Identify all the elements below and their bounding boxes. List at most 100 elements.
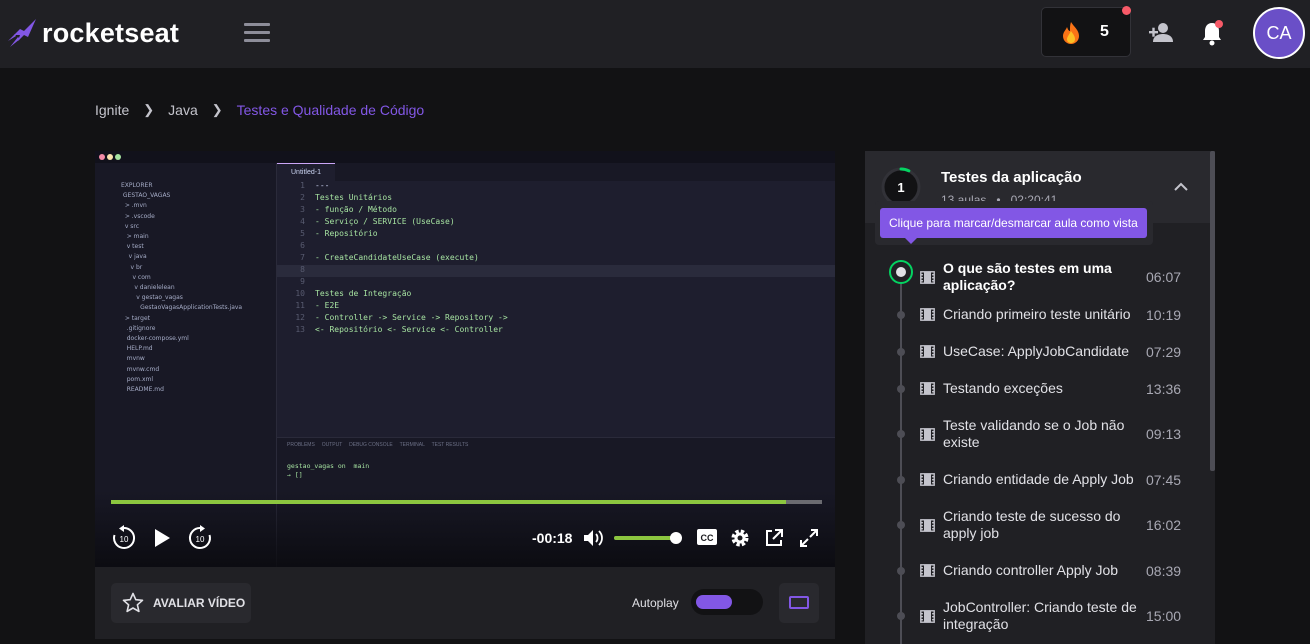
lesson-status-dot[interactable] — [897, 521, 905, 529]
lesson-title: Criando controller Apply Job — [943, 562, 1119, 578]
code-line: 3 - função / Método — [277, 205, 835, 217]
line-code: - Repositório — [315, 229, 378, 238]
time-remaining: -00:18 — [532, 530, 573, 546]
avatar[interactable]: CA — [1253, 7, 1305, 59]
svg-text:CC: CC — [701, 533, 714, 543]
rate-video-button[interactable]: AVALIAR VÍDEO — [111, 583, 251, 623]
code-line: 9 — [277, 277, 835, 289]
chevron-up-icon[interactable] — [1173, 181, 1189, 193]
lesson-item[interactable]: Criando teste de sucesso do apply job 16:… — [865, 508, 1210, 546]
panel-scrollbar[interactable] — [1210, 151, 1215, 471]
lesson-status-dot[interactable] — [897, 566, 905, 575]
theater-mode-icon — [789, 596, 809, 609]
lesson-title: Criando teste de sucesso do apply job — [943, 508, 1121, 541]
open-external-icon[interactable] — [764, 528, 784, 548]
code-line: 8 — [277, 265, 835, 277]
streak-button[interactable]: 5 — [1041, 6, 1131, 57]
closed-captions-icon[interactable]: CC — [696, 528, 718, 546]
line-code: Testes Unitários — [315, 193, 393, 202]
video-player[interactable]: EXPLORER GESTAO_VAGAS > .mvn > .vscode v… — [95, 151, 835, 567]
mark-watched-toggle[interactable] — [889, 260, 913, 284]
menu-icon[interactable] — [244, 23, 270, 43]
autoplay-label: Autoplay — [632, 596, 679, 610]
lesson-status-dot[interactable] — [897, 384, 905, 393]
star-icon — [122, 592, 144, 613]
code-line: 6 — [277, 241, 835, 253]
breadcrumb-current[interactable]: Testes e Qualidade de Código — [237, 102, 425, 118]
video-progress-fill — [111, 500, 787, 504]
line-number: 2 — [300, 193, 305, 202]
editor-tab: Untitled-1 — [277, 163, 335, 181]
line-code: - Controller -> Service -> Repository -> — [315, 313, 508, 322]
volume-slider[interactable] — [614, 532, 682, 544]
rocket-logo-icon — [8, 19, 36, 47]
lesson-status-dot[interactable] — [897, 475, 905, 484]
video-film-icon — [920, 270, 935, 284]
code-line: 10 Testes de Integração — [277, 289, 835, 301]
lesson-title: JobController: Criando teste de integraç… — [943, 599, 1137, 632]
lesson-item[interactable]: Criando controller Apply Job 08:39 — [865, 562, 1210, 583]
line-number: 12 — [295, 313, 305, 322]
video-progress-bar[interactable] — [111, 500, 822, 504]
lesson-item[interactable]: Criando primeiro teste unitário 10:19 — [865, 306, 1210, 327]
file-tree: EXPLORER GESTAO_VAGAS > .mvn > .vscode v… — [121, 182, 243, 394]
autoplay-toggle-knob — [696, 595, 732, 609]
autoplay-toggle[interactable] — [691, 589, 763, 615]
lesson-duration: 06:07 — [1146, 269, 1182, 285]
add-user-icon[interactable] — [1148, 20, 1174, 46]
line-code: - E2E — [315, 301, 340, 310]
line-number: 3 — [300, 205, 305, 214]
lesson-status-dot[interactable] — [897, 612, 905, 620]
rocketseat-logo[interactable]: rocketseat — [6, 14, 206, 52]
lesson-duration: 10:19 — [1146, 306, 1182, 323]
volume-thumb[interactable] — [670, 532, 682, 544]
mark-watched-tooltip: Clique para marcar/desmarcar aula como v… — [875, 201, 1153, 245]
code-line: 7 - CreateCandidateUseCase (execute) — [277, 253, 835, 265]
notification-dot — [1215, 20, 1223, 28]
lesson-status-dot[interactable] — [897, 310, 905, 319]
lesson-item[interactable]: UseCase: ApplyJobCandidate 07:29 — [865, 343, 1210, 364]
line-code: --- — [315, 181, 330, 190]
breadcrumb-ignite[interactable]: Ignite — [95, 102, 129, 118]
lesson-title: UseCase: ApplyJobCandidate — [943, 343, 1130, 359]
lesson-duration: 09:13 — [1146, 426, 1182, 442]
rewind-10-icon[interactable]: 10 — [111, 525, 137, 551]
lesson-title: Criando primeiro teste unitário — [943, 306, 1131, 322]
line-code: - função / Método — [315, 205, 397, 214]
editor-titlebar — [95, 151, 835, 163]
lesson-status-dot[interactable] — [897, 347, 905, 356]
editor-tab-bar: Untitled-1 — [277, 163, 835, 181]
streak-notification-dot — [1122, 6, 1131, 15]
lesson-item[interactable]: O que são testes em uma aplicação? 06:07 — [865, 260, 1210, 298]
lesson-status-dot[interactable] — [897, 430, 905, 438]
video-film-icon — [920, 427, 935, 441]
lesson-item[interactable]: Testando exceções 13:36 — [865, 380, 1210, 401]
code-line: 1 --- — [277, 181, 835, 193]
volume-icon[interactable] — [583, 529, 605, 547]
rate-video-label: AVALIAR VÍDEO — [153, 596, 246, 610]
line-code: <- Repositório <- Service <- Controller — [315, 325, 503, 334]
lesson-item[interactable]: Criando entidade de Apply Job 07:45 — [865, 471, 1210, 492]
code-line: 4 - Serviço / SERVICE (UseCase) — [277, 217, 835, 229]
lesson-title: Testando exceções — [943, 380, 1063, 396]
line-number: 6 — [300, 241, 305, 250]
svg-text:10: 10 — [120, 535, 129, 544]
lesson-item[interactable]: Teste validando se o Job não existe 09:13 — [865, 417, 1210, 455]
line-code: - CreateCandidateUseCase (execute) — [315, 253, 479, 262]
forward-10-icon[interactable]: 10 — [187, 525, 213, 551]
lesson-duration: 07:45 — [1146, 471, 1182, 488]
volume-fill — [614, 536, 676, 540]
lesson-title: Teste validando se o Job não existe — [943, 417, 1125, 450]
lesson-item[interactable]: JobController: Criando teste de integraç… — [865, 599, 1210, 637]
lesson-duration: 16:02 — [1146, 517, 1182, 533]
notifications-button[interactable] — [1200, 20, 1224, 46]
code-line: 2 Testes Unitários — [277, 193, 835, 205]
play-icon[interactable] — [152, 527, 172, 549]
code-editor: 1 --- 2 Testes Unitários 3 - função / Método 4… — [277, 181, 835, 437]
code-line: 5 - Repositório — [277, 229, 835, 241]
breadcrumb-java[interactable]: Java — [168, 102, 198, 118]
fullscreen-icon[interactable] — [799, 528, 819, 548]
theater-mode-button[interactable] — [779, 583, 819, 623]
tooltip-text: Clique para marcar/desmarcar aula como v… — [880, 208, 1147, 238]
settings-gear-icon[interactable] — [730, 528, 750, 548]
